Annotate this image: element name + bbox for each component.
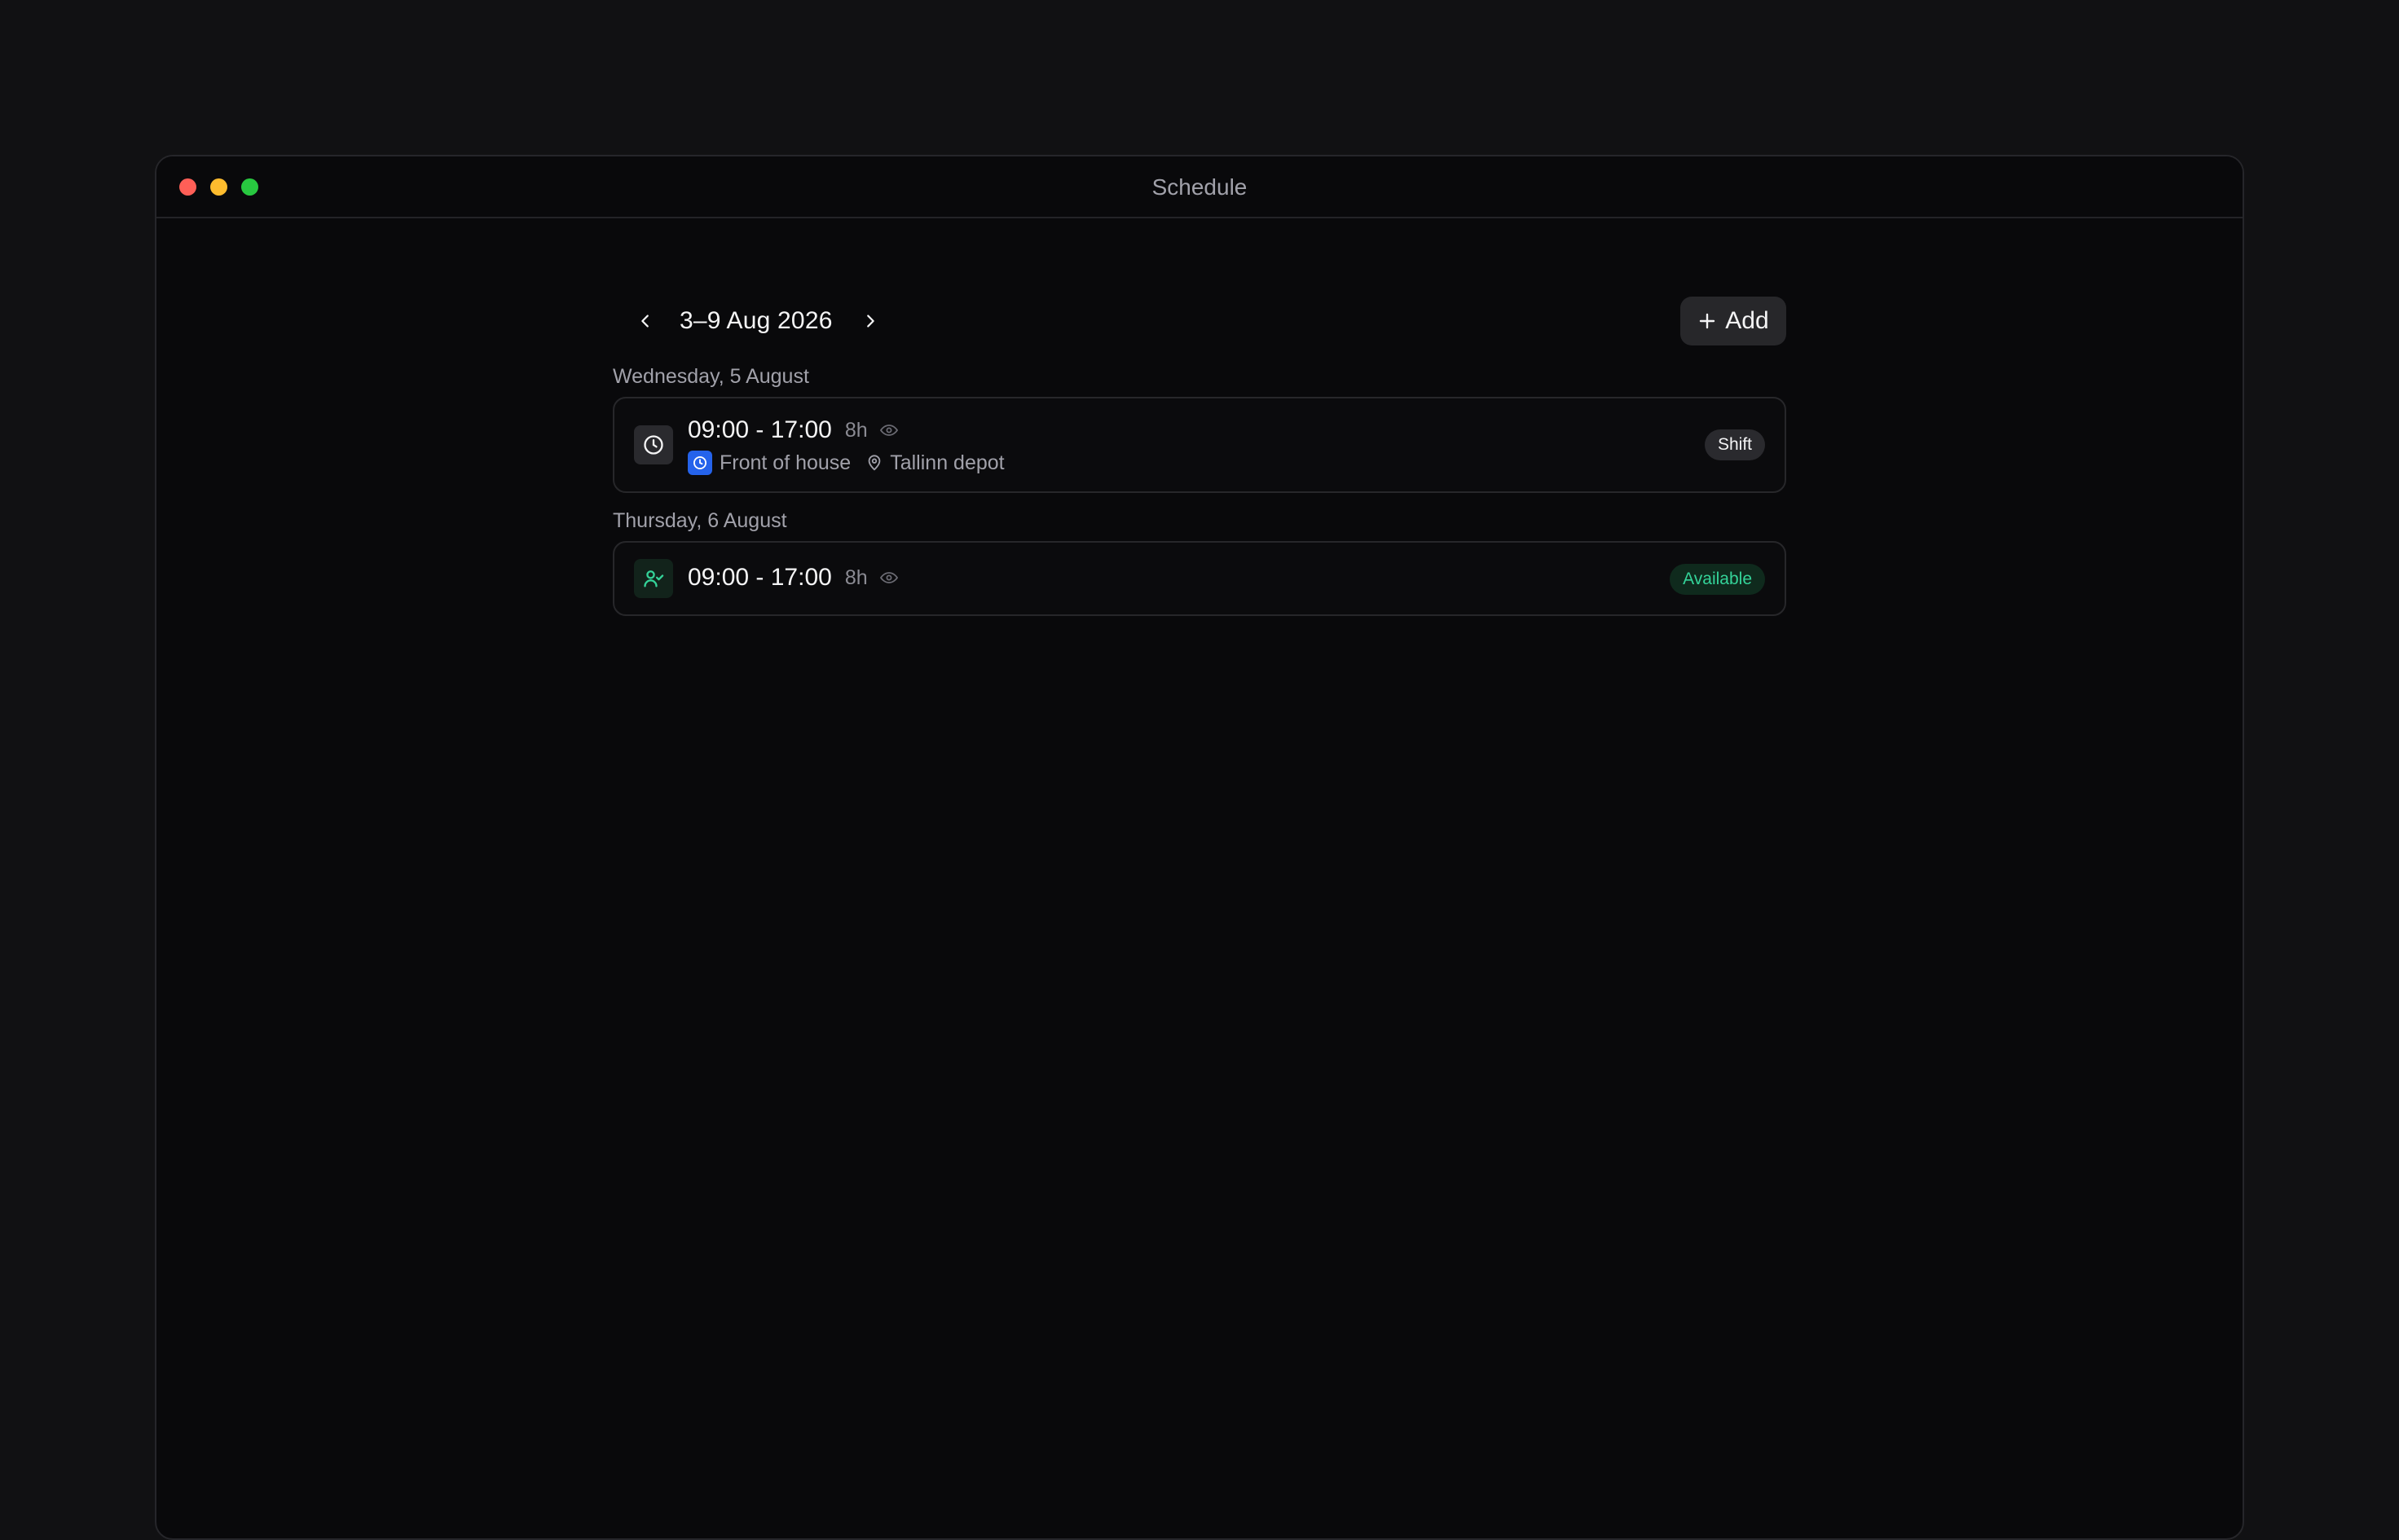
user-check-icon bbox=[634, 559, 673, 598]
shift-time: 09:00 - 17:00 bbox=[688, 416, 832, 443]
availability-badge: Available bbox=[1670, 564, 1765, 595]
clock-icon bbox=[634, 425, 673, 464]
shift-location-label: Tallinn depot bbox=[890, 451, 1005, 474]
availability-time: 09:00 - 17:00 bbox=[688, 564, 832, 591]
eye-icon bbox=[879, 420, 899, 440]
schedule-content: 3–9 Aug 2026 Add Wednesday, 5 August 09:… bbox=[613, 297, 1786, 616]
chevron-right-icon bbox=[866, 315, 874, 328]
add-button[interactable]: Add bbox=[1680, 297, 1786, 345]
shift-location: Tallinn depot bbox=[865, 451, 1005, 475]
availability-duration: 8h bbox=[844, 565, 868, 589]
week-toolbar: 3–9 Aug 2026 Add bbox=[613, 297, 1786, 345]
week-range-label: 3–9 Aug 2026 bbox=[680, 307, 833, 334]
chevron-left-icon bbox=[641, 315, 649, 328]
shift-details-row: Front of house Tallinn depot bbox=[688, 451, 1005, 475]
shift-time-row: 09:00 - 17:00 8h bbox=[688, 416, 899, 444]
week-navigation: 3–9 Aug 2026 bbox=[627, 301, 888, 341]
shift-role: Front of house bbox=[720, 451, 852, 474]
add-button-label: Add bbox=[1725, 307, 1769, 334]
shift-badge: Shift bbox=[1704, 429, 1765, 460]
eye-icon bbox=[879, 568, 899, 587]
day-heading: Wednesday, 5 August bbox=[613, 365, 809, 388]
role-clock-icon bbox=[688, 451, 712, 475]
app-window: Schedule 3–9 Aug 2026 Add Wednesday, 5 A… bbox=[155, 155, 2244, 1540]
day-heading: Thursday, 6 August bbox=[613, 509, 787, 532]
availability-time-row: 09:00 - 17:00 8h bbox=[688, 564, 899, 592]
previous-week-button[interactable] bbox=[627, 301, 663, 341]
next-week-button[interactable] bbox=[852, 301, 888, 341]
title-bar: Schedule bbox=[156, 156, 2243, 218]
plus-icon bbox=[1700, 313, 1715, 329]
shift-card[interactable]: 09:00 - 17:00 8h Front of house Tallinn … bbox=[613, 397, 1786, 493]
shift-duration: 8h bbox=[844, 418, 868, 442]
window-title: Schedule bbox=[1151, 174, 1248, 200]
map-pin-icon bbox=[868, 455, 881, 471]
availability-card[interactable]: 09:00 - 17:00 8h Available bbox=[613, 541, 1786, 616]
